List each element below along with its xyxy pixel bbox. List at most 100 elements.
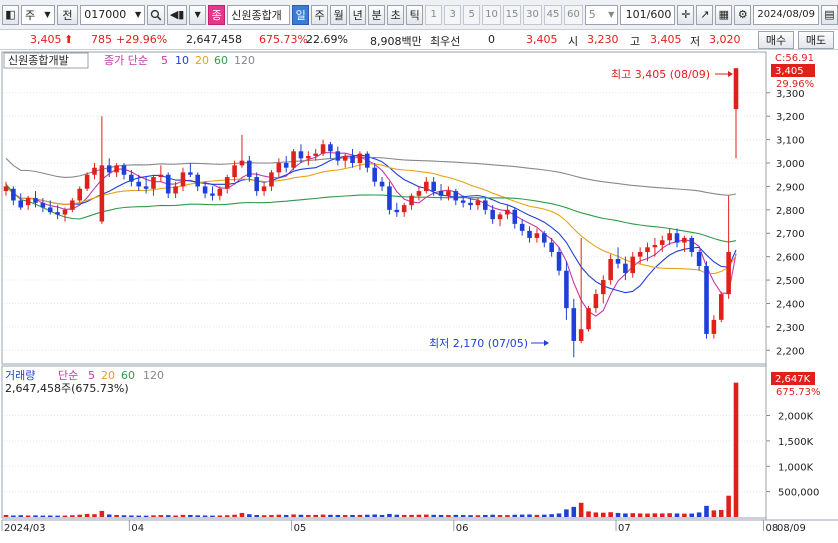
volume-legend-ma60: 60 [121,369,135,382]
trade-volume: 2,647,458 [186,33,242,46]
interval-select[interactable]: 5 ▼ [584,4,619,25]
legend-ma60: 60 [214,54,228,67]
mode-button[interactable]: 전 [56,4,79,25]
volume-bar [608,512,613,517]
sell-button[interactable]: 매도 [798,31,834,49]
volume-bar [11,515,16,517]
interval-10-button[interactable]: 10 [482,4,501,25]
candle-body [372,167,377,182]
candle-body [556,251,562,271]
high-price: 3,405 [650,33,682,46]
candle-body [114,165,119,173]
calendar-icon[interactable]: ▤ [820,4,838,25]
candle-body [247,160,252,178]
volume-bar [47,515,53,517]
period-week-button[interactable]: 주 [311,4,329,25]
open-label: 시 [568,35,579,48]
volume-bar [586,511,591,517]
candle-body [490,209,495,220]
candle-body [33,198,38,203]
volume-bar [158,515,164,517]
candle-body [416,191,422,196]
candle-body [623,263,628,274]
market-select-value: 주 [25,8,36,22]
candle-body [733,68,739,110]
interval-30-button[interactable]: 30 [523,4,542,25]
volume-bar [431,514,436,517]
volume-bar [578,502,584,517]
volume-ratio: 675.73% [259,33,308,46]
candle-count-field[interactable]: 101/600 [620,4,676,25]
interval-60-button[interactable]: 60 [564,4,583,25]
volume-bar [718,509,724,517]
volume-bar [711,510,717,517]
market-select[interactable]: 주 ▼ [21,4,55,25]
candle-body [460,200,466,203]
volume-bar [438,514,444,517]
volume-bar [306,514,311,517]
chevron-down-icon: ▼ [135,10,142,19]
volume-bar [733,382,739,517]
interval-5-button[interactable]: 5 [463,4,481,25]
volume-bar [571,506,577,517]
interval-select-value: 5 [588,8,596,21]
window-menu-icon[interactable]: ◧ [2,4,19,25]
interval-1-button[interactable]: 1 [425,4,443,25]
volume-bar [84,513,90,517]
candle-body [92,167,97,175]
interval-45-button[interactable]: 45 [543,4,563,25]
period-month-button[interactable]: 월 [330,4,348,25]
volume-bar [121,515,127,517]
volume-bar [401,514,407,517]
period-minute-button[interactable]: 분 [368,4,386,25]
candle-body [99,165,105,222]
interval-15-button[interactable]: 15 [502,4,522,25]
candle-body [387,186,392,210]
layout-icon[interactable]: ▦ [715,4,733,25]
candle-body [283,163,289,168]
volume-bar [726,495,731,517]
candle-body [320,144,326,154]
candle-body [165,174,171,194]
volume-bar [615,512,621,517]
period-day-button[interactable]: 일 [292,4,310,25]
volume-bar [77,514,83,517]
gear-icon[interactable]: ⚙ [734,4,752,25]
candle-body [129,174,134,182]
candle-body [202,186,208,194]
drawing-tool-icon[interactable]: ↗ [696,4,714,25]
period-second-button[interactable]: 초 [387,4,405,25]
crosshair-icon[interactable]: ✛ [677,4,695,25]
open-price: 3,230 [587,33,619,46]
legend-stock-name: 신원종합개발 [8,54,69,67]
candle-body [143,186,149,189]
stock-code-input[interactable]: 017000 ▼ [80,4,146,25]
volume-legend-type: 단순 [58,369,78,382]
candle-body [254,177,259,192]
volume-bar [254,514,259,517]
candle-body [180,172,186,187]
buy-button[interactable]: 매수 [758,31,794,49]
candle-body [711,319,717,334]
price-axis-label: 3,200 [776,112,805,123]
period-year-button[interactable]: 년 [349,4,367,25]
candle-body [659,240,665,245]
volume-bar [600,512,606,517]
candle-body [313,153,318,156]
price-axis-label: 2,300 [776,323,805,334]
stock-chart[interactable]: 3,300 3,200 3,100 3,000 2,900 2,800 2,700 2,600… [0,50,838,543]
candle-body [453,191,459,201]
period-tick-button[interactable]: 틱 [406,4,424,25]
search-icon[interactable] [147,4,165,25]
candle-body [136,181,142,187]
candle-body [291,151,296,168]
legend-ma120: 120 [234,54,255,67]
date-field[interactable]: 2024/08/09 [753,4,819,25]
chevron-down-icon[interactable]: ▼ [189,4,207,25]
volume-bar [623,513,628,517]
interval-3-button[interactable]: 3 [444,4,462,25]
candle-body [637,251,643,257]
candle-body [519,223,525,231]
volume-bar [564,509,569,517]
speaker-icon[interactable]: ◀▮ [166,4,188,25]
